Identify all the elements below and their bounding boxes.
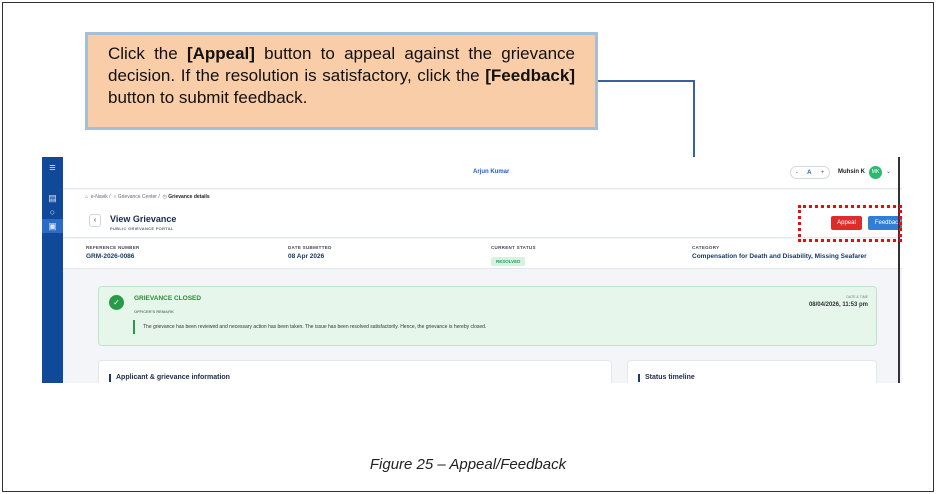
breadcrumb-separator: / (158, 194, 160, 200)
center-name: Arjun Kumar (473, 169, 510, 175)
page-title: View Grievance (110, 214, 177, 224)
meta-category: CATEGORY Compensation for Death and Disa… (692, 245, 867, 260)
meta-label: REFERENCE NUMBER (86, 245, 140, 250)
chevron-down-icon[interactable]: ⌄ (886, 168, 891, 175)
check-circle-icon: ✓ (109, 295, 124, 310)
meta-label: DATE SUBMITTED (288, 245, 332, 250)
avatar[interactable]: MK (869, 166, 882, 179)
status-badge: RESOLVED (491, 257, 526, 266)
connector-horizontal-top (598, 80, 694, 82)
reference-number: GRM-2026-0086 (86, 253, 135, 260)
zoom-minus[interactable]: - (796, 170, 798, 176)
callout-text-1: Click the (108, 44, 187, 63)
meta-label: CATEGORY (692, 245, 720, 250)
zoom-plus[interactable]: + (821, 170, 825, 176)
document-icon[interactable]: ▣ (42, 219, 63, 233)
shield-icon[interactable]: ○ (42, 205, 63, 219)
card-title: Status timeline (638, 374, 695, 382)
breadcrumb-current: Grievance details (168, 194, 210, 200)
breadcrumb: ⌂ e-Navik / ○ Grievance Center / ◷ Griev… (63, 190, 902, 204)
figure-caption: Figure 25 – Appeal/Feedback (369, 456, 567, 473)
home-icon[interactable]: ⌂ (85, 194, 88, 200)
menu-icon[interactable]: ≡ (42, 161, 63, 175)
clock-icon: ◷ (162, 194, 167, 200)
status-timeline-card: Status timeline (627, 360, 877, 383)
instruction-callout: Click the [Appeal] button to appeal agai… (85, 32, 598, 130)
zoom-reset[interactable]: A (807, 170, 811, 176)
applicant-info-card: Applicant & grievance information (98, 360, 612, 383)
date-time-value: 08/04/2026, 11:53 pm (808, 302, 868, 308)
breadcrumb-center[interactable]: Grievance Center (118, 194, 157, 200)
callout-appeal-bold: [Appeal] (186, 44, 255, 63)
top-bar: Arjun Kumar - A + Muhsin K MK ⌄ (63, 157, 902, 189)
card-title: Applicant & grievance information (109, 374, 230, 382)
breadcrumb-home[interactable]: e-Navik (91, 194, 108, 200)
meta-date: DATE SUBMITTED 08 Apr 2026 (288, 245, 332, 260)
grievance-closed-panel: ✓ GRIEVANCE CLOSED OFFICER'S REMARK The … (98, 286, 877, 346)
sidebar: ≡ ▤ ○ ▣ (42, 157, 63, 383)
dashboard-icon[interactable]: ▤ (42, 191, 63, 205)
back-button[interactable]: ‹ (89, 214, 101, 227)
app-screenshot: ≡ ▤ ○ ▣ Arjun Kumar - A + Muhsin K MK ⌄ … (42, 157, 902, 383)
meta-reference: REFERENCE NUMBER GRM-2026-0086 (86, 245, 140, 260)
chat-icon: ○ (113, 194, 117, 200)
scrollbar-edge (898, 157, 900, 383)
remark-label: OFFICER'S REMARK (134, 309, 174, 314)
meta-label: CURRENT STATUS (491, 245, 536, 250)
closed-title: GRIEVANCE CLOSED (134, 295, 202, 302)
officer-remark: The grievance has been reviewed and nece… (133, 320, 486, 334)
date-time-label: DATE & TIME (846, 295, 868, 299)
meta-status: CURRENT STATUS RESOLVED (491, 245, 536, 268)
font-size-control[interactable]: - A + (790, 166, 830, 179)
date-submitted: 08 Apr 2026 (288, 253, 325, 260)
buttons-highlight-box (798, 205, 902, 242)
callout-feedback-bold: [Feedback] (485, 66, 575, 85)
category-value: Compensation for Death and Disability, M… (692, 253, 867, 260)
grievance-meta: REFERENCE NUMBER GRM-2026-0086 DATE SUBM… (63, 239, 902, 269)
page-header: ‹ View Grievance PUBLIC GRIEVANCE PORTAL… (63, 204, 902, 238)
breadcrumb-separator: / (109, 194, 111, 200)
page-subtitle: PUBLIC GRIEVANCE PORTAL (110, 226, 174, 231)
user-name[interactable]: Muhsin K (838, 169, 865, 175)
callout-text-3: button to submit feedback. (108, 88, 308, 107)
